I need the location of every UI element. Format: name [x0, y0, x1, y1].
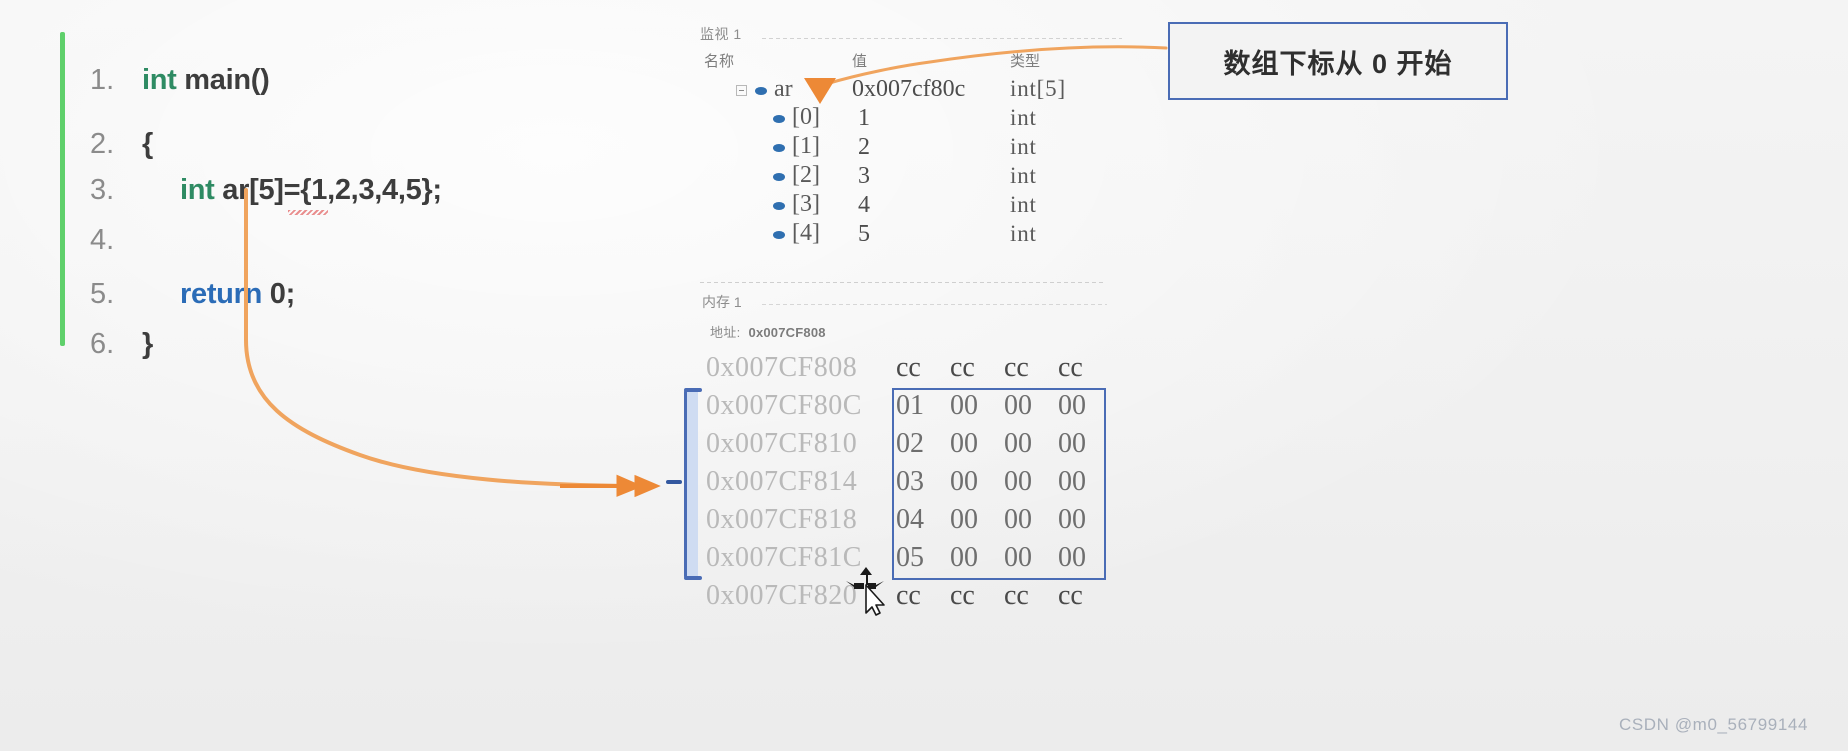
memory-address-bar[interactable]: 地址: 0x007CF808	[710, 322, 826, 341]
watch-column-headers: 名称 值 类型	[700, 50, 1120, 70]
line-number: 5.	[90, 278, 115, 310]
watch-row-element-2[interactable]: [2] 3 int	[700, 162, 1120, 192]
memory-row: 0x007CF80C 01 00 00 00	[700, 390, 1120, 428]
watch-type: int	[1010, 105, 1037, 130]
memory-address-input[interactable]: 0x007CF808	[749, 325, 826, 340]
memory-row: 0x007CF810 02 00 00 00	[700, 428, 1120, 466]
code-line-1: 1. int main()	[90, 64, 270, 97]
memory-row-bytes: 02 00 00 00	[896, 428, 1086, 459]
keyword-return: return	[180, 278, 262, 310]
watch-row-element-3[interactable]: [3] 4 int	[700, 191, 1120, 221]
memory-row-bytes: cc cc cc cc	[896, 580, 1083, 611]
watch-rows-container: ar 0x007cf80c int[5] [0] 1 int [1] 2 int…	[700, 76, 1120, 250]
error-squiggle-underline	[288, 210, 328, 215]
code-line-5: 5. return 0;	[90, 278, 295, 311]
screenshot-root: 1. int main() 2. { 3. int ar[5]={1,2,3,4…	[0, 0, 1848, 751]
code-editor-pane: 1. int main() 2. { 3. int ar[5]={1,2,3,4…	[60, 28, 620, 360]
code-line-3: 3. int ar[5]={1,2,3,4,5};	[90, 174, 442, 207]
array-range-brace	[666, 386, 702, 582]
watch-type: int[5]	[1010, 76, 1066, 101]
variable-bullet-icon	[773, 144, 785, 152]
column-header-name: 名称	[704, 53, 735, 70]
code-text: 0;	[262, 278, 296, 310]
line-number: 6.	[90, 328, 115, 360]
memory-row-address: 0x007CF818	[706, 504, 858, 535]
watch-row-element-0[interactable]: [0] 1 int	[700, 104, 1120, 134]
line-number: 3.	[90, 174, 115, 206]
watch-name: [3]	[792, 191, 820, 217]
memory-address-label: 地址:	[710, 325, 741, 340]
code-line-6: 6. }	[90, 328, 153, 361]
memory-row-address: 0x007CF820	[706, 580, 858, 611]
watch-window-panel: 监视 1 名称 值 类型 ar 0x007cf80c int[5] [0] 1 …	[700, 24, 1122, 264]
memory-row: 0x007CF808 cc cc cc cc	[700, 352, 1120, 390]
watch-value: 0x007cf80c	[852, 76, 966, 102]
column-header-value: 值	[852, 53, 868, 70]
memory-row-address: 0x007CF810	[706, 428, 858, 459]
variable-bullet-icon	[773, 173, 785, 181]
memory-panel-top-divider	[700, 282, 1106, 283]
keyword-int: int	[142, 64, 177, 96]
code-line-2: 2. {	[90, 128, 153, 161]
keyword-int: int	[180, 174, 215, 206]
memory-row: 0x007CF814 03 00 00 00	[700, 466, 1120, 504]
line-number: 1.	[90, 64, 115, 96]
watch-row-element-1[interactable]: [1] 2 int	[700, 133, 1120, 163]
memory-row-bytes: 03 00 00 00	[896, 466, 1086, 497]
line-number: 4.	[90, 224, 115, 256]
line-number: 2.	[90, 128, 115, 160]
variable-bullet-icon	[755, 87, 767, 95]
watch-type: int	[1010, 221, 1037, 246]
variable-bullet-icon	[773, 115, 785, 123]
memory-row-bytes: 05 00 00 00	[896, 542, 1086, 573]
memory-window-panel: 内存 1 地址: 0x007CF808 0x007CF808 cc cc cc cc 0…	[666, 282, 1120, 726]
watch-value: 3	[858, 163, 870, 189]
watch-row-ar[interactable]: ar 0x007cf80c int[5]	[700, 76, 1120, 105]
memory-row-bytes: cc cc cc cc	[896, 352, 1083, 383]
code-line-4: 4.	[90, 224, 142, 257]
watch-name: ar	[774, 76, 793, 102]
watch-panel-divider	[762, 38, 1122, 39]
annotation-text: 数组下标从 0 开始	[1223, 48, 1453, 79]
watch-type: int	[1010, 163, 1037, 188]
watch-row-element-4[interactable]: [4] 5 int	[700, 220, 1120, 250]
code-text: main()	[176, 64, 270, 96]
memory-row: 0x007CF820 cc cc cc cc	[700, 580, 1120, 618]
memory-panel-tab-label[interactable]: 内存 1	[702, 292, 742, 312]
memory-row-address: 0x007CF808	[706, 352, 858, 383]
watch-name: [4]	[792, 220, 820, 246]
move-resize-cursor	[846, 567, 885, 616]
memory-row-address: 0x007CF814	[706, 466, 858, 497]
watch-value: 4	[858, 192, 870, 218]
memory-row-bytes: 01 00 00 00	[896, 390, 1086, 421]
editor-change-bar	[60, 32, 65, 346]
watch-panel-tab-label[interactable]: 监视 1	[700, 24, 742, 44]
watch-name: [1]	[792, 133, 820, 159]
memory-row-address: 0x007CF80C	[706, 390, 862, 421]
annotation-callout-box: 数组下标从 0 开始	[1168, 22, 1508, 100]
code-text: }	[142, 328, 153, 360]
memory-panel-divider	[762, 304, 1107, 305]
watch-name: [0]	[792, 104, 820, 130]
variable-bullet-icon	[773, 231, 785, 239]
watch-type: int	[1010, 134, 1037, 159]
watch-type: int	[1010, 192, 1037, 217]
expand-collapse-icon[interactable]	[736, 85, 747, 96]
watch-name: [2]	[792, 162, 820, 188]
watch-value: 5	[858, 221, 870, 247]
code-text: {	[142, 128, 153, 160]
watch-value: 2	[858, 134, 870, 160]
variable-bullet-icon	[773, 202, 785, 210]
watch-value: 1	[858, 105, 870, 131]
memory-row: 0x007CF818 04 00 00 00	[700, 504, 1120, 542]
csdn-watermark: CSDN @m0_56799144	[1618, 715, 1808, 734]
code-text: ar[5]={1,2,3,4,5};	[214, 174, 442, 206]
column-header-type: 类型	[1010, 53, 1041, 70]
memory-row-address: 0x007CF81C	[706, 542, 862, 573]
memory-row-bytes: 04 00 00 00	[896, 504, 1086, 535]
memory-row: 0x007CF81C 05 00 00 00	[700, 542, 1120, 580]
memory-rows-container: 0x007CF808 cc cc cc cc 0x007CF80C 01 00 00 00 …	[700, 352, 1120, 618]
